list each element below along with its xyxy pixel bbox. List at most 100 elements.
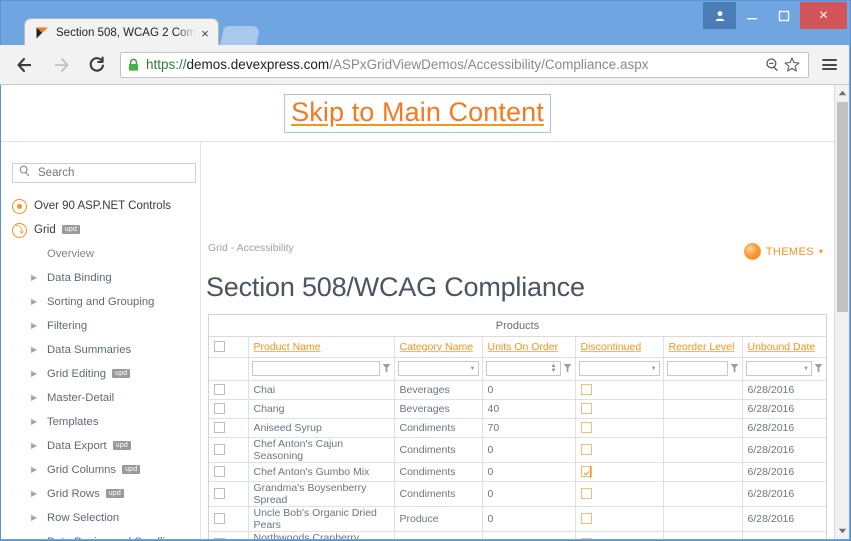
filter-funnel-icon[interactable] [563,363,572,374]
vertical-scrollbar[interactable] [834,85,849,539]
column-header-label[interactable]: Units On Order [488,341,559,353]
table-row[interactable]: Chef Anton's Gumbo Mix Condiments 0 6/28/20… [209,462,826,482]
cell-discontinued[interactable] [575,462,664,482]
column-header-label[interactable]: Reorder Level [669,341,735,353]
chevron-down-icon[interactable]: ▼ [651,366,657,372]
cell-discontinued[interactable] [575,531,664,539]
search-box[interactable] [12,163,196,183]
row-select-checkbox[interactable] [214,538,225,539]
column-header-units-on-order[interactable]: Units On Order [482,337,576,358]
select-all-checkbox[interactable] [214,341,225,353]
filter-funnel-icon[interactable] [814,363,823,374]
back-icon[interactable] [10,50,40,80]
cell-discontinued[interactable] [575,481,664,507]
sidebar-item-overview[interactable]: Overview [1,242,201,266]
filter-cell-discontinued[interactable]: ▼ [575,357,664,381]
table-row[interactable]: Northwoods Cranberry SauceCondiments0 6/2… [209,531,826,539]
row-select-cell[interactable] [209,380,249,400]
row-select-checkbox[interactable] [214,384,225,396]
chevron-down-icon[interactable]: ▼ [470,366,476,372]
filter-cell-product-name[interactable] [248,357,395,381]
row-select-cell[interactable] [209,462,249,482]
column-header-category-name[interactable]: Category Name [394,337,483,358]
column-header-discontinued[interactable]: Discontinued [575,337,664,358]
column-header-unbound-date[interactable]: Unbound Date [742,337,826,358]
row-select-cell[interactable] [209,506,249,532]
zoom-out-icon[interactable] [762,57,782,72]
filter-combo-discontinued[interactable]: ▼ [578,361,660,376]
filter-combo-category-name[interactable]: ▼ [397,361,479,376]
sidebar-item-templates[interactable]: ▶ Templates [1,410,201,434]
discontinued-checkbox[interactable] [580,488,592,500]
row-select-cell[interactable] [209,481,249,507]
forward-icon[interactable] [46,50,76,80]
scrollbar-thumb[interactable] [837,102,848,312]
row-select-checkbox[interactable] [214,466,225,478]
row-select-cell[interactable] [209,399,249,419]
spin-buttons-icon[interactable]: ▲ ▼ [551,363,558,374]
sidebar-item-filtering[interactable]: ▶ Filtering [1,314,201,338]
cell-discontinued[interactable] [575,437,664,463]
chevron-down-icon[interactable]: ▼ [803,366,809,372]
cell-discontinued[interactable] [575,506,664,532]
column-header-label[interactable]: Product Name [254,341,321,353]
sidebar-item-grid-editing[interactable]: ▶ Grid Editing upd [1,362,201,386]
row-select-checkbox[interactable] [214,513,225,525]
table-row[interactable]: Chang Beverages 40 6/28/2016 [209,399,826,419]
filter-cell-units-on-order[interactable]: ▲ ▼ [482,357,576,381]
cell-discontinued[interactable] [575,399,664,419]
sidebar-item-sorting-and-grouping[interactable]: ▶ Sorting and Grouping [1,290,201,314]
table-row[interactable]: Chef Anton's Cajun Seasoning Condiments 0 6… [209,437,826,463]
cell-discontinued[interactable] [575,418,664,438]
sidebar-item-data-summaries[interactable]: ▶ Data Summaries [1,338,201,362]
table-row[interactable]: Aniseed Syrup Condiments 70 6/28/2016 [209,418,826,438]
column-header-label[interactable]: Unbound Date [748,341,816,353]
hamburger-menu-icon[interactable] [815,57,843,73]
sidebar-item-master-detail[interactable]: ▶ Master-Detail [1,386,201,410]
table-row[interactable]: Chai Beverages 0 6/28/2016 [209,380,826,400]
skip-to-main-content-link[interactable]: Skip to Main Content [284,93,551,133]
table-row[interactable]: Uncle Bob's Organic Dried Pears Produce 0 6… [209,506,826,532]
discontinued-checkbox[interactable] [580,444,592,456]
row-select-cell[interactable] [209,531,249,539]
column-header-label[interactable]: Category Name [400,341,474,353]
sidebar-item-grid-columns[interactable]: ▶ Grid Columns upd [1,458,201,482]
address-bar[interactable]: https://demos.devexpress.com/ASPxGridVie… [120,51,809,78]
row-select-checkbox[interactable] [214,403,225,415]
row-select-checkbox[interactable] [214,488,225,500]
sidebar-item-data-paging-and-scrolling[interactable]: ▶ Data Paging and Scrolling [1,530,201,539]
scroll-up-icon[interactable] [835,85,849,101]
filter-spin-units-on-order[interactable]: ▲ ▼ [485,361,561,376]
discontinued-checkbox[interactable] [580,538,592,539]
sidebar-item-over-90-controls[interactable]: Over 90 ASP.NET Controls [1,194,201,218]
row-select-checkbox[interactable] [214,422,225,434]
sidebar-item-grid[interactable]: ⤵ Grid upd [1,218,201,242]
discontinued-checkbox[interactable] [580,466,592,479]
filter-funnel-icon[interactable] [382,363,391,374]
sidebar-item-data-binding[interactable]: ▶ Data Binding [1,266,201,290]
column-header-label[interactable]: Discontinued [581,341,642,353]
filter-input-product-name[interactable] [251,361,380,376]
column-header-reorder-level[interactable]: Reorder Level [663,337,743,358]
filter-input-reorder-level[interactable] [666,361,728,376]
row-select-checkbox[interactable] [214,444,225,456]
tab-close-icon[interactable]: × [198,27,212,40]
filter-cell-unbound-date[interactable]: ▼ [742,357,826,381]
discontinued-checkbox[interactable] [580,422,592,434]
sidebar-item-grid-rows[interactable]: ▶ Grid Rows upd [1,482,201,506]
reload-icon[interactable] [82,50,112,80]
filter-cell-category-name[interactable]: ▼ [394,357,483,381]
table-row[interactable]: Grandma's Boysenberry Spread Condiments 0 6… [209,481,826,507]
themes-button[interactable]: THEMES ▾ [743,243,823,260]
discontinued-checkbox[interactable] [580,403,592,415]
star-icon[interactable] [782,57,802,72]
new-tab-button[interactable] [219,26,261,47]
search-input[interactable] [36,166,189,180]
filter-combo-unbound-date[interactable]: ▼ [745,361,812,376]
sidebar-item-data-export[interactable]: ▶ Data Export upd [1,434,201,458]
filter-cell-reorder-level[interactable] [663,357,743,381]
scroll-down-icon[interactable] [835,523,849,539]
column-header-product-name[interactable]: Product Name [248,337,395,358]
sidebar-item-row-selection[interactable]: ▶ Row Selection [1,506,201,530]
row-select-cell[interactable] [209,437,249,463]
